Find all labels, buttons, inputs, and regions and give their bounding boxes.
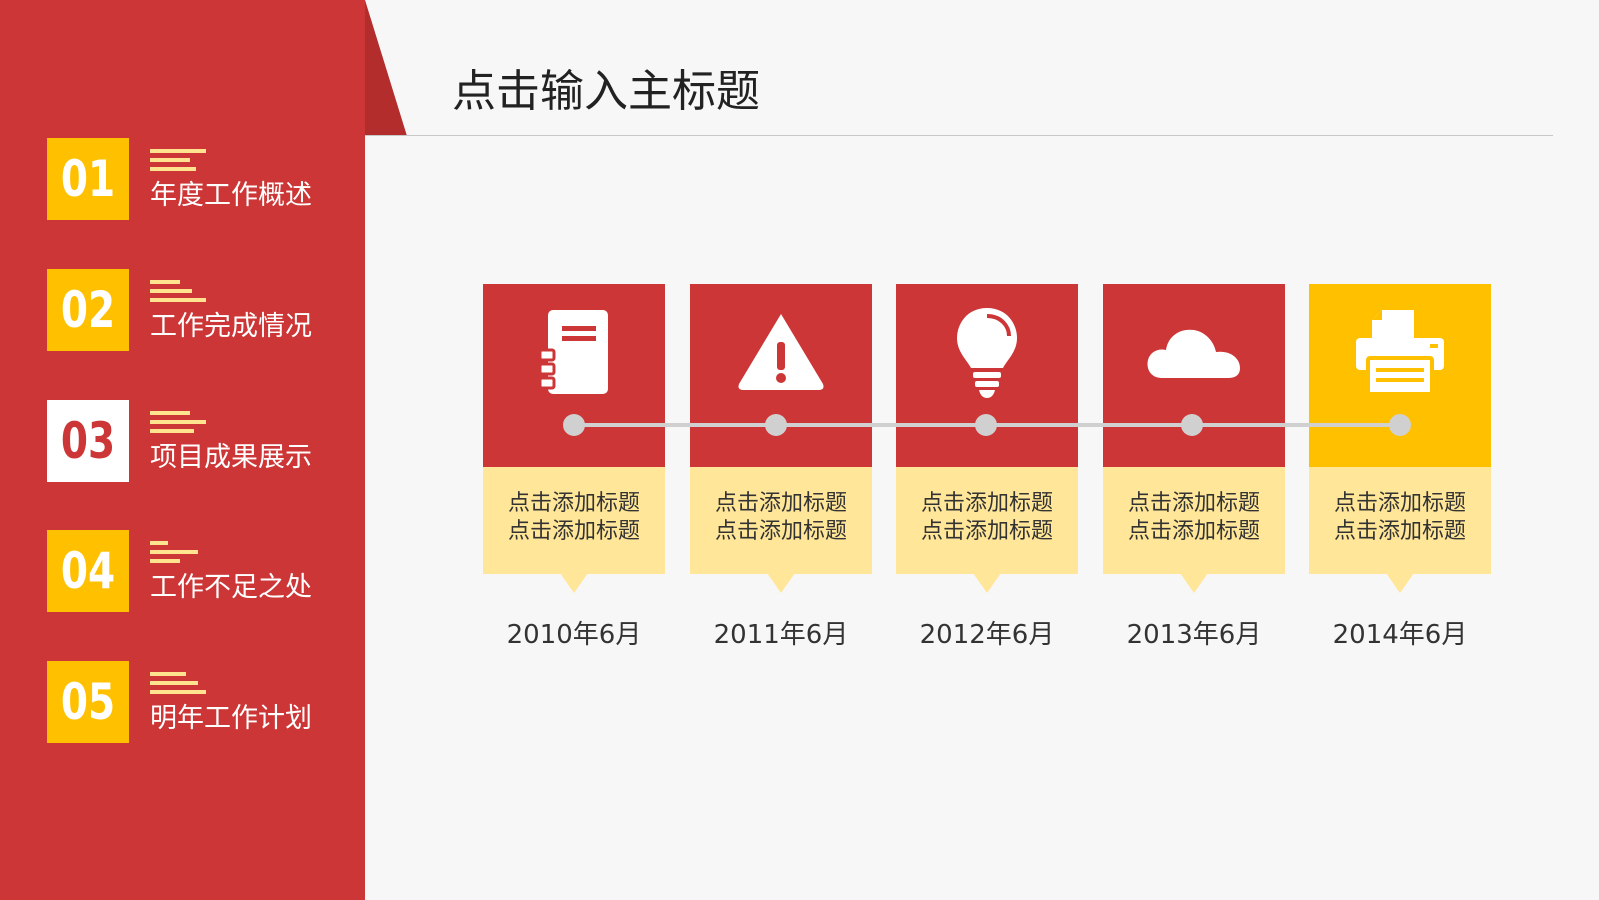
card-text[interactable]: 点击添加标题 点击添加标题: [1103, 490, 1285, 546]
notebook-icon: [538, 310, 608, 394]
menu-item-04[interactable]: 04 工作不足之处: [47, 530, 347, 612]
card-text[interactable]: 点击添加标题 点击添加标题: [1309, 490, 1491, 546]
card-date: 2012年6月: [919, 620, 1055, 650]
menu-number-box: 05: [47, 661, 129, 743]
card-date: 2011年6月: [713, 620, 849, 650]
card-pointer: [560, 573, 588, 593]
card-date: 2014年6月: [1332, 620, 1468, 650]
menu-lines-decoration: [150, 672, 210, 698]
menu-label: 明年工作计划: [150, 703, 312, 734]
timeline-card-2: 点击添加标题 点击添加标题: [690, 284, 872, 596]
card-date: 2010年6月: [506, 620, 642, 650]
card-header: [1309, 284, 1491, 467]
menu-lines-decoration: [150, 280, 210, 306]
menu-label: 项目成果展示: [150, 442, 312, 473]
card-header: [896, 284, 1078, 467]
printer-icon: [1356, 310, 1444, 396]
card-text[interactable]: 点击添加标题 点击添加标题: [690, 490, 872, 546]
menu-number-box: 02: [47, 269, 129, 351]
menu-label: 工作完成情况: [150, 311, 312, 342]
page-title[interactable]: 点击输入主标题: [452, 62, 760, 122]
card-pointer: [973, 573, 1001, 593]
menu-label: 工作不足之处: [150, 572, 312, 603]
card-pointer: [1386, 573, 1414, 593]
menu-item-01[interactable]: 01 年度工作概述: [47, 138, 347, 220]
menu-item-02[interactable]: 02 工作完成情况: [47, 269, 347, 351]
timeline-card-5: 点击添加标题 点击添加标题: [1309, 284, 1491, 596]
menu-number-box: 04: [47, 530, 129, 612]
timeline-card-3: 点击添加标题 点击添加标题: [896, 284, 1078, 596]
sidebar: 01 年度工作概述 02 工作完成情况 03 项目成果展示 04 工作不足之处 …: [0, 0, 365, 900]
card-date: 2013年6月: [1126, 620, 1262, 650]
menu-item-03[interactable]: 03 项目成果展示: [47, 400, 347, 482]
title-divider: [365, 135, 1553, 136]
card-header: [483, 284, 665, 467]
warning-icon: [738, 314, 824, 390]
menu-number: 02: [60, 281, 116, 339]
menu-number: 05: [60, 673, 116, 731]
title-wedge-decoration: [365, 0, 407, 136]
menu-item-05[interactable]: 05 明年工作计划: [47, 661, 347, 743]
menu-number: 03: [60, 412, 116, 470]
menu-label: 年度工作概述: [150, 180, 312, 211]
card-header: [1103, 284, 1285, 467]
timeline-card-1: 点击添加标题 点击添加标题: [483, 284, 665, 596]
menu-number: 04: [60, 542, 116, 600]
cloud-icon: [1147, 329, 1240, 378]
lightbulb-icon: [957, 308, 1017, 398]
card-pointer: [1180, 573, 1208, 593]
card-text[interactable]: 点击添加标题 点击添加标题: [483, 490, 665, 546]
card-header: [690, 284, 872, 467]
menu-lines-decoration: [150, 411, 210, 437]
menu-number-box: 01: [47, 138, 129, 220]
card-text[interactable]: 点击添加标题 点击添加标题: [896, 490, 1078, 546]
menu-number: 01: [60, 150, 116, 208]
card-pointer: [767, 573, 795, 593]
menu-number-box: 03: [47, 400, 129, 482]
timeline-card-4: 点击添加标题 点击添加标题: [1103, 284, 1285, 596]
menu-lines-decoration: [150, 149, 210, 175]
menu-lines-decoration: [150, 541, 210, 567]
